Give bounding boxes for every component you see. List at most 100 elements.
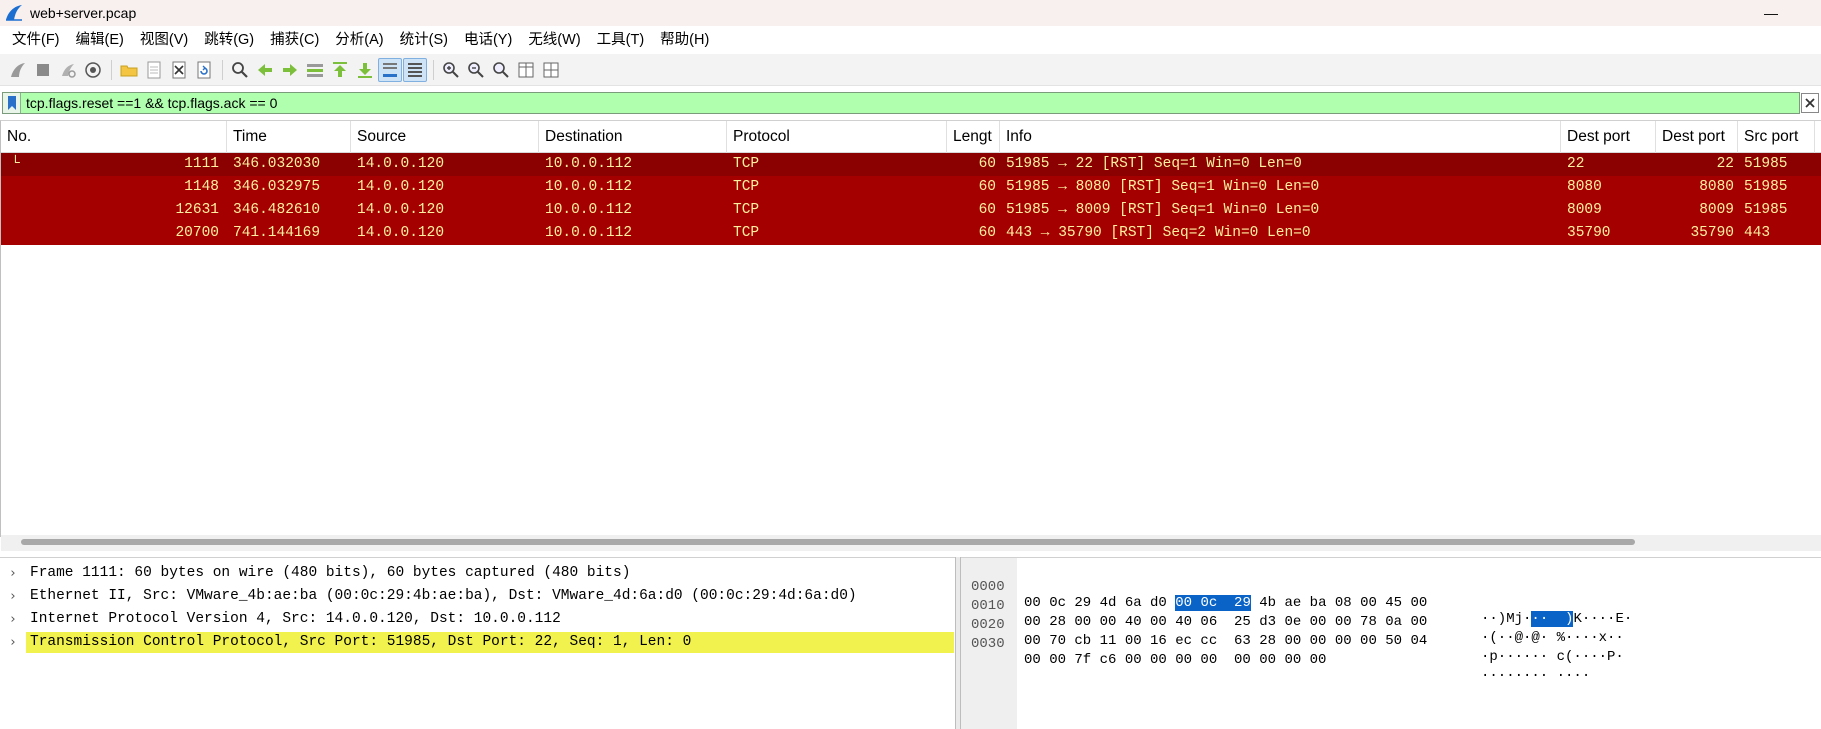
column-header-time[interactable]: Time bbox=[227, 121, 351, 153]
horizontal-scrollbar-thumb[interactable] bbox=[21, 539, 1635, 545]
menu-help[interactable]: 帮助(H) bbox=[652, 28, 717, 52]
byte-row[interactable]: 0030 00 00 7f c6 00 00 00 00 00 00 00 00… bbox=[961, 620, 1590, 684]
shark-start-icon[interactable] bbox=[6, 58, 30, 82]
packet-length: 60 bbox=[978, 202, 996, 218]
open-folder-icon[interactable] bbox=[117, 58, 141, 82]
packet-info: 51985 → 8080 [RST] Seq=1 Win=0 Len=0 bbox=[1006, 179, 1320, 195]
menu-analyze[interactable]: 分析(A) bbox=[327, 28, 391, 52]
display-filter-bar bbox=[0, 90, 1821, 116]
toolbar-separator bbox=[111, 59, 112, 80]
column-header-protocol[interactable]: Protocol bbox=[727, 121, 947, 153]
back-arrow-icon[interactable] bbox=[253, 58, 277, 82]
packet-source: 14.0.0.120 bbox=[357, 156, 445, 172]
packet-dest-port-2: 35790 bbox=[1690, 225, 1734, 241]
hex-part: 00 0c 29 4d 6a d0 bbox=[1024, 595, 1176, 611]
hex-selected: 00 0c 29 bbox=[1175, 595, 1251, 611]
clear-filter-icon[interactable] bbox=[1801, 93, 1819, 113]
expand-chevron-icon[interactable]: › bbox=[0, 612, 26, 627]
packet-row[interactable]: └ 1111 346.032030 14.0.0.120 10.0.0.112 … bbox=[1, 153, 1821, 176]
colorize-icon[interactable] bbox=[403, 57, 427, 82]
packet-protocol: TCP bbox=[733, 225, 760, 241]
column-header-dest-port[interactable]: Dest port bbox=[1561, 121, 1656, 153]
first-packet-icon[interactable] bbox=[328, 58, 352, 82]
hex-part: 4b ae ba 08 00 45 00 bbox=[1250, 595, 1428, 611]
packet-dest-port: 35790 bbox=[1567, 225, 1611, 241]
forward-arrow-icon[interactable] bbox=[278, 58, 302, 82]
autoscroll-icon[interactable] bbox=[378, 57, 402, 82]
column-header-no[interactable]: No. bbox=[1, 121, 227, 153]
menu-telephony[interactable]: 电话(Y) bbox=[456, 28, 520, 52]
reload-icon[interactable] bbox=[192, 58, 216, 82]
byte-offset: 0030 bbox=[971, 636, 1005, 652]
packet-length: 60 bbox=[978, 225, 996, 241]
column-header-destination[interactable]: Destination bbox=[539, 121, 727, 153]
zoom-in-icon[interactable] bbox=[439, 58, 463, 82]
packet-info: 51985 → 8009 [RST] Seq=1 Win=0 Len=0 bbox=[1006, 202, 1320, 218]
toolbar-separator bbox=[433, 59, 434, 80]
packet-dest-port-2: 22 bbox=[1716, 156, 1734, 172]
file-icon[interactable] bbox=[142, 58, 166, 82]
packet-source: 14.0.0.120 bbox=[357, 202, 445, 218]
conversation-marker: └ bbox=[11, 156, 20, 172]
column-header-dest-port-2[interactable]: Dest port bbox=[1656, 121, 1738, 153]
packet-protocol: TCP bbox=[733, 202, 760, 218]
packet-src-port: 51985 bbox=[1744, 202, 1788, 218]
packet-protocol: TCP bbox=[733, 156, 760, 172]
expand-chevron-icon[interactable]: › bbox=[0, 635, 26, 650]
find-icon[interactable] bbox=[228, 58, 252, 82]
close-file-icon[interactable] bbox=[167, 58, 191, 82]
bookmark-icon[interactable] bbox=[3, 93, 21, 113]
packet-dest-port-2: 8080 bbox=[1699, 179, 1734, 195]
resize-columns-icon[interactable] bbox=[514, 58, 538, 82]
detail-row-ethernet[interactable]: › Ethernet II, Src: VMware_4b:ae:ba (00:… bbox=[0, 585, 955, 608]
menu-file[interactable]: 文件(F) bbox=[4, 28, 68, 52]
packet-time: 741.144169 bbox=[233, 225, 321, 241]
menu-view[interactable]: 视图(V) bbox=[132, 28, 196, 52]
go-to-packet-icon[interactable] bbox=[303, 58, 327, 82]
byte-hex: 00 0c 29 4d 6a d0 00 0c 29 4b ae ba 08 0… bbox=[1024, 595, 1427, 611]
packet-no-cell: 1148 bbox=[1, 176, 227, 199]
menu-statistics[interactable]: 统计(S) bbox=[392, 28, 456, 52]
column-header-source[interactable]: Source bbox=[351, 121, 539, 153]
detail-row-ipv4[interactable]: › Internet Protocol Version 4, Src: 14.0… bbox=[0, 608, 955, 631]
packet-row[interactable]: 1148 346.032975 14.0.0.120 10.0.0.112 TC… bbox=[1, 176, 1821, 199]
packet-info: 443 → 35790 [RST] Seq=2 Win=0 Len=0 bbox=[1006, 225, 1311, 241]
menu-capture[interactable]: 捕获(C) bbox=[262, 28, 327, 52]
byte-hex: 00 70 cb 11 00 16 ec cc 63 28 00 00 00 0… bbox=[1024, 633, 1428, 649]
menu-edit[interactable]: 编辑(E) bbox=[68, 28, 132, 52]
menu-wireless[interactable]: 无线(W) bbox=[520, 28, 588, 52]
byte-row[interactable]: 0010 00 28 00 00 40 00 40 06 25 d3 0e 00… bbox=[961, 582, 1624, 646]
normal-size-icon[interactable] bbox=[489, 58, 513, 82]
packet-time: 346.032030 bbox=[233, 156, 321, 172]
packet-destination: 10.0.0.112 bbox=[545, 202, 633, 218]
packet-row[interactable]: 20700 741.144169 14.0.0.120 10.0.0.112 T… bbox=[1, 222, 1821, 245]
packet-row[interactable]: 12631 346.482610 14.0.0.120 10.0.0.112 T… bbox=[1, 199, 1821, 222]
column-header-info[interactable]: Info bbox=[1000, 121, 1561, 153]
minimize-button[interactable]: — bbox=[1751, 2, 1791, 24]
packet-protocol: TCP bbox=[733, 179, 760, 195]
layout-icon[interactable] bbox=[539, 58, 563, 82]
detail-row-tcp[interactable]: › Transmission Control Protocol, Src Por… bbox=[0, 631, 955, 654]
byte-row[interactable]: 0000 00 0c 29 4d 6a d0 00 0c 29 4b ae ba… bbox=[961, 563, 1632, 627]
column-header-length[interactable]: Lengt bbox=[947, 121, 1000, 153]
capture-options-icon[interactable] bbox=[81, 58, 105, 82]
title-bar: web+server.pcap — bbox=[0, 0, 1821, 26]
restart-icon[interactable] bbox=[56, 58, 80, 82]
packet-dest-port: 22 bbox=[1567, 156, 1585, 172]
detail-row-frame[interactable]: › Frame 1111: 60 bytes on wire (480 bits… bbox=[0, 562, 955, 585]
packet-length: 60 bbox=[978, 179, 996, 195]
last-packet-icon[interactable] bbox=[353, 58, 377, 82]
stop-icon[interactable] bbox=[31, 58, 55, 82]
packet-length: 60 bbox=[978, 156, 996, 172]
menu-go[interactable]: 跳转(G) bbox=[196, 28, 262, 52]
display-filter-input[interactable] bbox=[21, 93, 1799, 113]
packet-src-port: 443 bbox=[1744, 225, 1771, 241]
column-header-extra[interactable]: S bbox=[1815, 121, 1821, 153]
expand-chevron-icon[interactable]: › bbox=[0, 589, 26, 604]
expand-chevron-icon[interactable]: › bbox=[0, 566, 26, 581]
packet-dest-port: 8009 bbox=[1567, 202, 1602, 218]
byte-row[interactable]: 0020 00 70 cb 11 00 16 ec cc 63 28 00 00… bbox=[961, 601, 1624, 665]
menu-tools[interactable]: 工具(T) bbox=[589, 28, 653, 52]
column-header-src-port[interactable]: Src port bbox=[1738, 121, 1815, 153]
zoom-out-icon[interactable] bbox=[464, 58, 488, 82]
